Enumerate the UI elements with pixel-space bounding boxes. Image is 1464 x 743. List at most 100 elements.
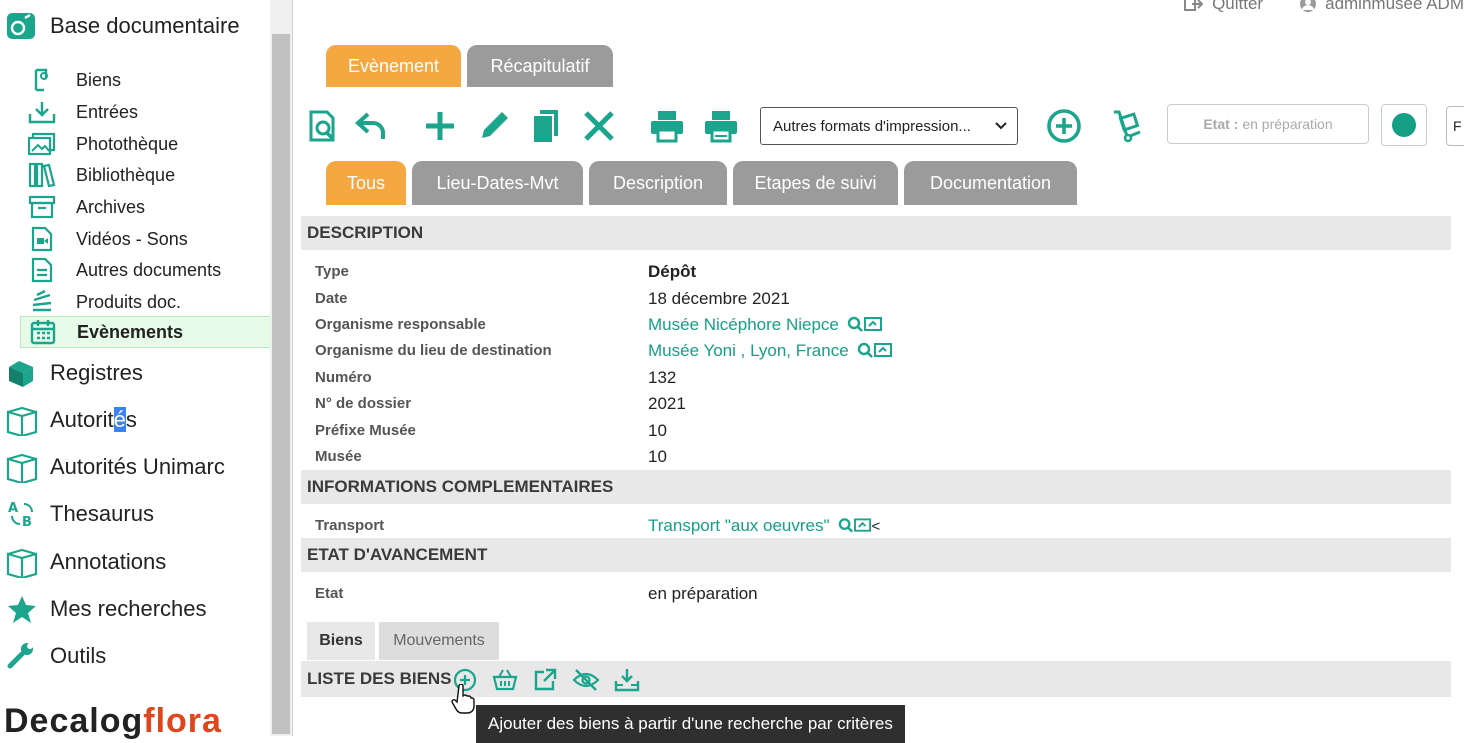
field-value-prefixe-musee: 10 bbox=[648, 421, 667, 440]
sidebar-item-bibliotheque[interactable]: Bibliothèque bbox=[28, 160, 175, 190]
tab-description[interactable]: Description bbox=[589, 161, 727, 205]
video-file-icon bbox=[28, 226, 56, 252]
sidebar-item-produits-doc[interactable]: Produits doc. bbox=[28, 287, 181, 317]
field-label-dossier: N° de dossier bbox=[315, 395, 412, 412]
star-icon bbox=[6, 593, 38, 625]
section-etat-header: ETAT D'AVANCEMENT bbox=[301, 538, 1451, 572]
registres-icon bbox=[6, 357, 38, 389]
sidebar-item-autorites-unimarc[interactable]: Autorités Unimarc bbox=[6, 451, 225, 483]
status-dot bbox=[1392, 113, 1416, 137]
sidebar-item-label: Archives bbox=[76, 196, 146, 217]
print-list-icon[interactable] bbox=[701, 106, 741, 146]
transport-link[interactable]: Transport "aux oeuvres" bbox=[648, 516, 830, 536]
sidebar-item-mes-recherches[interactable]: Mes recherches bbox=[6, 593, 207, 625]
sidebar-item-outils[interactable]: Outils bbox=[6, 640, 106, 672]
field-value-numero: 132 bbox=[648, 368, 677, 387]
sidebar-item-label: Produits doc. bbox=[76, 291, 182, 312]
sidebar-item-label: Outils bbox=[50, 643, 107, 668]
translate-ab-icon: AB bbox=[6, 498, 38, 530]
field-value-musee: 10 bbox=[648, 447, 667, 466]
status-indicator[interactable] bbox=[1381, 104, 1427, 146]
sidebar-item-autorites[interactable]: Autorités bbox=[6, 404, 137, 436]
sidebar-item-entrees[interactable]: Entrées bbox=[28, 97, 138, 127]
field-value-date: 18 décembre 2021 bbox=[648, 289, 790, 308]
field-value-transport: Transport "aux oeuvres" < bbox=[648, 516, 880, 536]
tab-lieu-dates-mvt[interactable]: Lieu-Dates-Mvt bbox=[412, 161, 583, 205]
sidebar: Base documentaire Biens Entrées Photothè… bbox=[0, 0, 276, 740]
sidebar-item-biens[interactable]: Biens bbox=[28, 65, 121, 95]
tab-documentation[interactable]: Documentation bbox=[904, 161, 1077, 205]
stack-icon bbox=[28, 289, 56, 315]
undo-icon[interactable] bbox=[352, 106, 392, 146]
dolly-icon[interactable] bbox=[1106, 106, 1146, 146]
sidebar-item-label: Vidéos - Sons bbox=[76, 228, 188, 249]
cut-off-field[interactable]: F bbox=[1446, 106, 1464, 146]
sidebar-item-archives[interactable]: Archives bbox=[28, 192, 145, 222]
sidebar-item-annotations[interactable]: Annotations bbox=[6, 546, 166, 578]
hand-coin-icon bbox=[28, 67, 56, 93]
add-icon[interactable] bbox=[420, 106, 460, 146]
books-icon bbox=[28, 162, 56, 188]
print-icon[interactable] bbox=[647, 106, 687, 146]
chevron-down-icon bbox=[995, 122, 1007, 130]
decalog-flora-logo: Decalogflora bbox=[4, 702, 222, 740]
sidebar-item-autres-documents[interactable]: Autres documents bbox=[28, 255, 221, 285]
sidebar-item-label: Evènements bbox=[77, 321, 184, 342]
calendar-icon bbox=[29, 319, 57, 345]
sidebar-item-label: Bibliothèque bbox=[76, 164, 176, 185]
images-icon bbox=[28, 131, 56, 157]
field-label-type: Type bbox=[315, 263, 349, 280]
tab-recapitulatif[interactable]: Récapitulatif bbox=[467, 45, 613, 87]
field-value-type: Dépôt bbox=[648, 262, 697, 281]
sidebar-scrollbar[interactable] bbox=[270, 0, 293, 736]
field-label-numero: Numéro bbox=[315, 369, 372, 386]
svg-text:B: B bbox=[22, 515, 32, 530]
quit-link[interactable]: Quitter bbox=[1184, 0, 1263, 14]
liste-biens-toolbar bbox=[452, 667, 640, 693]
tab-mouvements[interactable]: Mouvements bbox=[379, 622, 499, 660]
document-icon bbox=[28, 257, 56, 283]
hand-cursor-icon bbox=[451, 683, 475, 719]
text-selection: é bbox=[113, 407, 126, 432]
sidebar-item-videos-sons[interactable]: Vidéos - Sons bbox=[28, 224, 188, 254]
print-formats-select[interactable]: Autres formats d'impression... bbox=[760, 107, 1018, 145]
field-label-date: Date bbox=[315, 290, 348, 307]
tab-etapes-de-suivi[interactable]: Etapes de suivi bbox=[733, 161, 898, 205]
field-label-etat: Etat bbox=[315, 585, 344, 602]
search-preview-icon[interactable] bbox=[847, 316, 883, 334]
tab-biens[interactable]: Biens bbox=[307, 622, 375, 660]
preview-search-icon[interactable] bbox=[305, 106, 345, 146]
edit-pencil-icon[interactable] bbox=[474, 106, 514, 146]
organisme-destination-link[interactable]: Musée Yoni , Lyon, France bbox=[648, 341, 849, 361]
eye-off-icon[interactable] bbox=[572, 667, 600, 693]
tab-evenement[interactable]: Evènement bbox=[326, 45, 461, 87]
organisme-responsable-link[interactable]: Musée Nicéphore Niepce bbox=[648, 315, 839, 335]
inbox-download-icon bbox=[28, 99, 56, 125]
sidebar-item-thesaurus[interactable]: AB Thesaurus bbox=[6, 498, 154, 530]
tab-tous[interactable]: Tous bbox=[326, 161, 406, 205]
section-infos-header: INFORMATIONS COMPLEMENTAIRES bbox=[301, 470, 1451, 504]
wrench-icon bbox=[6, 640, 38, 672]
section-description-header: DESCRIPTION bbox=[301, 216, 1451, 250]
basket-icon[interactable] bbox=[492, 667, 518, 693]
search-preview-icon[interactable] bbox=[838, 517, 872, 535]
scrollbar-thumb[interactable] bbox=[272, 34, 290, 734]
field-label-musee: Musée bbox=[315, 448, 362, 465]
sidebar-item-base-documentaire[interactable]: Base documentaire bbox=[6, 10, 240, 42]
search-preview-icon[interactable] bbox=[857, 342, 893, 360]
add-circle-icon[interactable] bbox=[1044, 106, 1084, 146]
book-open-icon bbox=[6, 404, 38, 436]
user-menu[interactable]: adminmusee ADM bbox=[1299, 0, 1464, 14]
sidebar-item-evenements[interactable]: Evènements bbox=[20, 316, 276, 348]
copy-icon[interactable] bbox=[526, 106, 566, 146]
sidebar-item-phototheque[interactable]: Photothèque bbox=[28, 129, 178, 159]
external-link-icon[interactable] bbox=[532, 667, 558, 693]
sidebar-item-registres[interactable]: Registres bbox=[6, 357, 143, 389]
delete-icon[interactable] bbox=[579, 106, 619, 146]
archive-box-icon bbox=[28, 194, 56, 220]
svg-text:A: A bbox=[8, 501, 18, 516]
logout-icon bbox=[1184, 0, 1204, 11]
header-user-area: Quitter adminmusee ADM bbox=[1184, 0, 1464, 14]
field-value-etat: en préparation bbox=[648, 584, 758, 603]
inbox-download-icon[interactable] bbox=[614, 667, 640, 693]
